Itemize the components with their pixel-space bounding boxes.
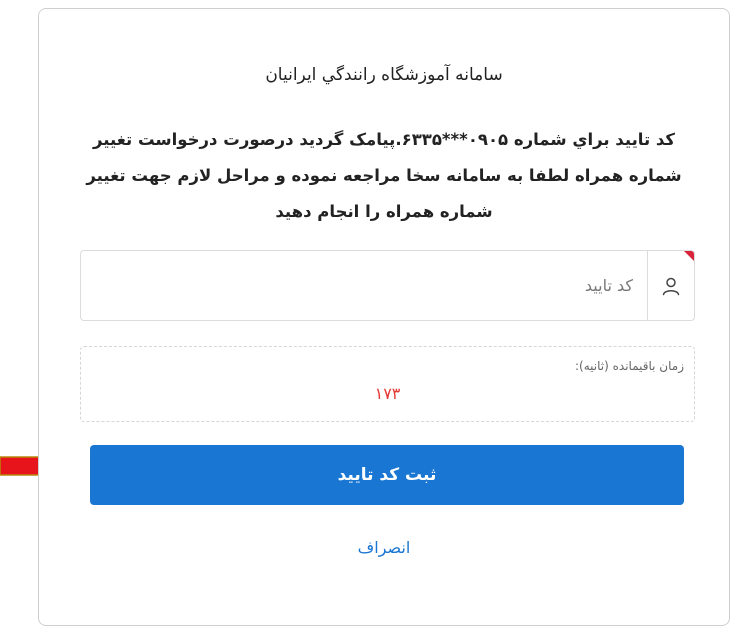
verification-code-input[interactable] [81,251,647,320]
verification-card: سامانه آموزشگاه رانندگي ايرانيان کد تايي… [38,8,730,626]
verification-message: کد تاييد براي شماره ۰۹۰۵***۶۳۳۵.پيامک گر… [86,130,682,221]
submit-code-button[interactable]: ثبت کد تایید [90,445,684,505]
user-icon [662,277,680,295]
cancel-link[interactable]: انصراف [39,538,729,557]
input-addon [647,251,694,320]
timer-label: زمان باقیمانده (ثانیه): [575,359,684,373]
page-title: سامانه آموزشگاه رانندگي ايرانيان [265,65,503,85]
verification-code-group [80,250,695,321]
required-indicator [684,251,694,261]
timer-countdown: ۱۷۳ [374,384,401,403]
timer-box: زمان باقیمانده (ثانیه): ۱۷۳ [80,346,695,422]
